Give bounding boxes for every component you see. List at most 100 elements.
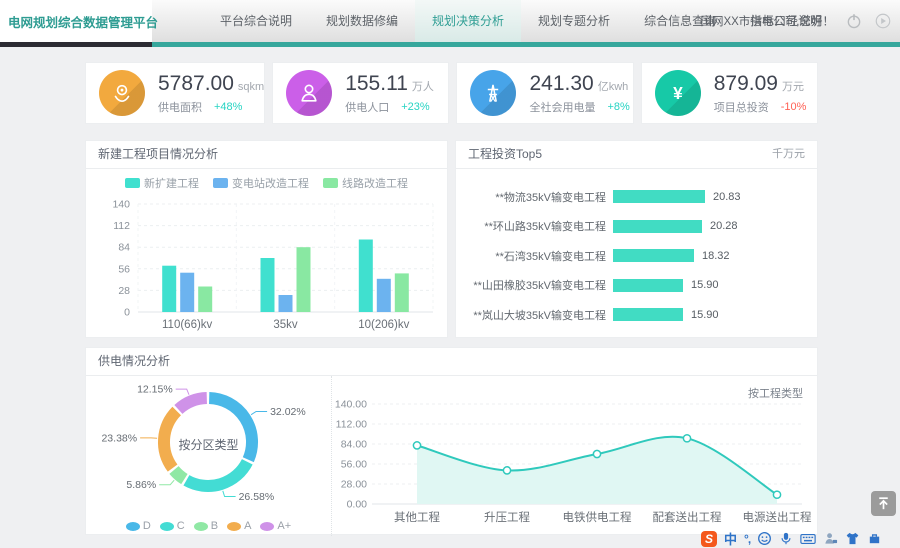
legend-label: C <box>177 520 185 532</box>
top5-bar <box>613 308 683 321</box>
power-supply-panel: 供电情况分析 32.02%26.58%5.86%23.38%12.15% 按分区… <box>85 347 818 535</box>
line-point <box>503 467 510 474</box>
top5-bar <box>613 249 694 262</box>
header-accent-dark-segment <box>0 42 152 47</box>
donut-slice <box>174 470 184 479</box>
line-point <box>683 435 690 442</box>
back-to-top-button[interactable] <box>871 491 896 516</box>
legend-label: 变电站改造工程 <box>232 175 309 191</box>
panel-title-text: 供电情况分析 <box>98 348 170 375</box>
panel-title-text: 新建工程项目情况分析 <box>98 141 218 168</box>
top5-bar <box>613 190 705 203</box>
top5-value: 15.90 <box>691 279 719 291</box>
person-icon <box>286 70 332 116</box>
punctuation-mode-icon[interactable]: °, <box>744 531 750 547</box>
legend-swatch-icon <box>126 522 140 531</box>
legend-item: 线路改造工程 <box>323 175 408 191</box>
nav-tab-3[interactable]: 规划专题分析 <box>521 0 627 42</box>
app-header: 电网规划综合数据管理平台 平台综合说明规划数据修编规划决策分析规划专题分析综合信… <box>0 0 900 42</box>
donut-percent-label: 12.15% <box>137 384 173 396</box>
svg-text:84.00: 84.00 <box>341 439 367 451</box>
chinese-mode-icon[interactable]: 中 <box>724 531 737 547</box>
legend-label: 新扩建工程 <box>144 175 199 191</box>
soft-keyboard-icon[interactable] <box>800 531 816 547</box>
power-supply-content: 32.02%26.58%5.86%23.38%12.15% 按分区类型 DCBA… <box>86 376 817 536</box>
donut-legend-item: A <box>227 520 251 532</box>
kpi-card: ¥ 879.09万元 项目总投资-10% <box>641 62 818 124</box>
donut-legend: D CB A A+ <box>86 520 331 532</box>
app-title: 电网规划综合数据管理平台 <box>0 0 152 42</box>
legend-label: A+ <box>277 520 291 532</box>
voice-input-icon[interactable] <box>779 531 793 547</box>
nav-tab-2[interactable]: 规划决策分析 <box>415 0 521 42</box>
bar <box>180 273 194 312</box>
legend-swatch-icon <box>213 178 228 188</box>
ime-toolbar: S 中 °, <box>701 529 882 548</box>
bar <box>377 279 391 312</box>
bar <box>395 273 409 312</box>
bar-chart-legend: 新扩建工程 变电站改造工程 线路改造工程 <box>86 174 447 192</box>
svg-text:56: 56 <box>118 263 130 275</box>
legend-swatch-icon <box>160 522 174 531</box>
kpi-value: 879.09 <box>714 72 778 96</box>
arrow-up-to-top-icon <box>875 495 892 512</box>
top5-row: **石湾35kV输变电工程 18.32 <box>456 241 817 271</box>
line-point <box>593 450 600 457</box>
donut-legend-item: B <box>194 520 218 532</box>
svg-text:0.00: 0.00 <box>347 499 368 511</box>
donut-percent-label: 26.58% <box>239 491 275 503</box>
top5-value: 15.90 <box>691 309 719 321</box>
nav-tab-1[interactable]: 规划数据修编 <box>309 0 415 42</box>
bar <box>297 247 311 312</box>
kpi-card: 5787.00sqkm 供电面积+48% <box>85 62 265 124</box>
yuan-icon: ¥ <box>655 70 701 116</box>
donut-center-label: 按分区类型 <box>86 436 331 453</box>
kpi-label: 项目总投资 <box>714 99 769 115</box>
kpi-value: 241.30 <box>529 72 593 96</box>
svg-text:28: 28 <box>118 285 130 297</box>
svg-text:电源送出工程: 电源送出工程 <box>743 510 812 524</box>
bar <box>359 240 373 313</box>
donut-slice <box>178 398 206 409</box>
svg-text:140: 140 <box>112 199 130 211</box>
skin-picker-icon[interactable] <box>845 531 860 547</box>
donut-percent-label: 5.86% <box>126 479 156 491</box>
emoji-picker-icon[interactable] <box>757 531 772 547</box>
svg-text:电铁供电工程: 电铁供电工程 <box>563 510 632 524</box>
legend-swatch-icon <box>227 522 241 531</box>
nav-tab-0[interactable]: 平台综合说明 <box>203 0 309 42</box>
kpi-label: 供电面积 <box>158 99 202 115</box>
top5-row: **山田橡胶35kV输变电工程 15.90 <box>456 271 817 301</box>
header-accent-bar <box>0 42 900 47</box>
legend-swatch-icon <box>125 178 140 188</box>
toolbox-icon[interactable] <box>867 531 882 547</box>
svg-text:配套送出工程: 配套送出工程 <box>653 510 722 524</box>
donut-leader-line <box>251 412 267 415</box>
panel-title-text: 工程投资Top5 <box>468 141 542 168</box>
legend-item: 变电站改造工程 <box>213 175 309 191</box>
handwriting-input-icon[interactable] <box>823 531 838 547</box>
unit-label: 千万元 <box>772 141 805 168</box>
power-icon[interactable] <box>845 12 863 30</box>
legend-label: A <box>244 520 251 532</box>
area-fill <box>417 437 777 504</box>
user-greeting: 国网XX市供电公司,您好！ <box>700 13 834 29</box>
legend-label: D <box>143 520 151 532</box>
svg-text:35kv: 35kv <box>273 319 298 331</box>
top5-row: **岚山大坡35kV输变电工程 15.90 <box>456 300 817 330</box>
top5-value: 18.32 <box>702 250 730 262</box>
kpi-delta: -10% <box>781 101 807 113</box>
legend-swatch-icon <box>260 522 274 531</box>
power-tower-icon <box>470 70 516 116</box>
play-circle-icon[interactable] <box>874 12 892 30</box>
legend-label: 线路改造工程 <box>342 175 408 191</box>
sogou-logo-icon[interactable]: S <box>701 531 717 547</box>
kpi-body: 241.30亿kwh 全社会用电量+8% <box>529 72 629 115</box>
top5-project-label: **物流35kV输变电工程 <box>456 189 606 205</box>
kpi-delta: +23% <box>401 101 429 113</box>
kpi-body: 155.11万人 供电人口+23% <box>345 72 434 115</box>
svg-text:其他工程: 其他工程 <box>394 511 440 524</box>
donut-percent-label: 32.02% <box>270 406 306 418</box>
svg-text:112.00: 112.00 <box>336 419 367 431</box>
kpi-value: 5787.00 <box>158 72 234 96</box>
